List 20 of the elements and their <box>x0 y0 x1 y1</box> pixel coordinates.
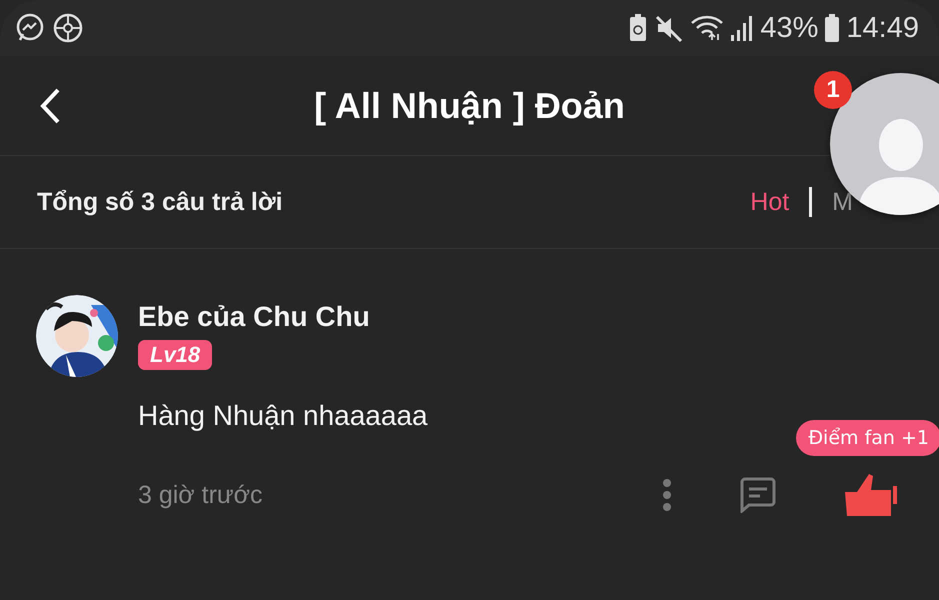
clock-time: 14:49 <box>846 12 919 44</box>
page-title: [ All Nhuận ] Đoản <box>313 84 626 126</box>
points-tooltip: Điểm fan +1 <box>796 420 939 456</box>
sort-tab[interactable]: Hot <box>750 188 790 216</box>
wifi-icon <box>690 14 724 42</box>
notification-badge: 1 <box>814 71 852 109</box>
comment-text: Hàng Nhuận nhaaaaaa <box>138 400 428 432</box>
mute-icon <box>654 13 684 43</box>
comment-icon[interactable] <box>739 477 777 513</box>
battery-percent: 43% <box>760 12 818 44</box>
thumbs-up-icon[interactable] <box>843 472 899 518</box>
answer-count: Tổng số 3 câu trả lời <box>37 188 283 216</box>
level-badge: Lv18 <box>138 340 212 370</box>
comment-time: 3 giờ trước <box>138 480 263 510</box>
signal-icon <box>730 14 754 42</box>
aperture-icon <box>52 12 84 44</box>
author-name: Ebe của Chu Chu <box>138 301 370 333</box>
battery-saver-icon <box>628 13 648 43</box>
more-icon[interactable] <box>661 478 673 512</box>
battery-icon <box>824 13 840 43</box>
